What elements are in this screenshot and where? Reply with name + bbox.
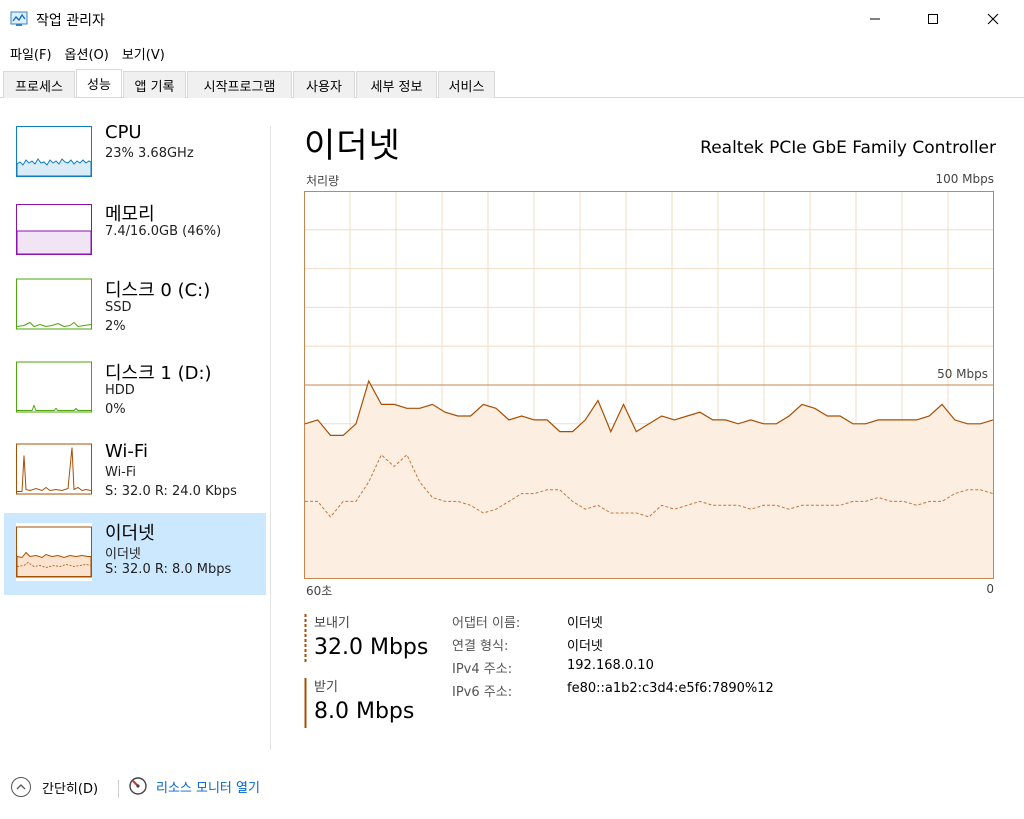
tab-details[interactable]: 세부 정보	[356, 71, 437, 98]
resource-detail: HDD	[105, 383, 135, 398]
title-bar: 작업 관리자	[0, 0, 1024, 38]
footer-separator	[118, 780, 119, 798]
memory-thumbnail-graph	[16, 204, 92, 255]
info-value: 192.168.0.10	[567, 658, 654, 673]
resource-item-disk-0[interactable]: 디스크 0 (C:) SSD 2%	[4, 270, 266, 352]
maximize-icon	[928, 14, 938, 24]
resource-item-wifi[interactable]: Wi-Fi Wi-Fi S: 32.0 R: 24.0 Kbps	[4, 435, 266, 517]
receive-legend-bar	[304, 678, 307, 728]
axis-right-label: 0	[986, 582, 994, 596]
cpu-thumbnail-graph	[16, 126, 92, 177]
info-value: 이더넷	[567, 639, 603, 654]
close-icon	[987, 13, 999, 25]
tab-strip: 프로세스 성능 앱 기록 시작프로그램 사용자 세부 정보 서비스	[0, 69, 1024, 98]
throughput-label: 처리량	[306, 174, 340, 188]
resource-item-cpu[interactable]: CPU 23% 3.68GHz	[4, 116, 266, 198]
menu-options[interactable]: 옵션(O)	[61, 44, 118, 63]
info-key: 어댑터 이름:	[452, 616, 521, 631]
info-key: IPv6 주소:	[452, 685, 513, 700]
resource-item-memory[interactable]: 메모리 7.4/16.0GB (46%)	[4, 194, 266, 276]
tab-app-history[interactable]: 앱 기록	[123, 71, 186, 98]
resource-detail: 0%	[105, 402, 126, 417]
tab-performance[interactable]: 성능	[76, 69, 122, 97]
fewer-details-button[interactable]: 간단히(D)	[10, 776, 98, 798]
resource-detail: 23% 3.68GHz	[105, 146, 194, 161]
resource-detail: S: 32.0 R: 8.0 Mbps	[105, 562, 232, 577]
throughput-graph: 50 Mbps	[304, 191, 994, 579]
ethernet-thumbnail-graph	[16, 523, 92, 581]
send-stat: 보내기 32.0 Mbps	[304, 612, 429, 664]
adapter-name: Realtek PCIe GbE Family Controller	[700, 138, 996, 158]
resource-detail: 2%	[105, 319, 126, 334]
menu-bar: 파일(F) 옵션(O) 보기(V)	[0, 40, 174, 66]
pane-divider[interactable]	[270, 126, 271, 750]
axis-left-label: 60초	[306, 584, 333, 598]
chevron-up-circle-icon	[11, 777, 31, 797]
graph-max-label: 100 Mbps	[935, 172, 994, 186]
resource-monitor-icon	[129, 777, 147, 795]
footer: 간단히(D) 리소스 모니터 열기	[0, 770, 1024, 806]
receive-value: 8.0 Mbps	[314, 699, 415, 724]
resource-detail: 7.4/16.0GB (46%)	[105, 224, 222, 239]
info-key: 연결 형식:	[452, 639, 509, 654]
page-title: 이더넷	[304, 126, 401, 166]
receive-stat: 받기 8.0 Mbps	[304, 676, 415, 728]
send-value: 32.0 Mbps	[314, 635, 429, 660]
info-row: IPv4 주소: 192.168.0.10	[452, 658, 774, 681]
info-row: 어댑터 이름: 이더넷	[452, 612, 774, 635]
info-row: 연결 형식: 이더넷	[452, 635, 774, 658]
resource-name: CPU	[105, 122, 142, 143]
tab-users[interactable]: 사용자	[293, 71, 355, 98]
resource-item-ethernet[interactable]: 이더넷 이더넷 S: 32.0 R: 8.0 Mbps	[4, 513, 266, 595]
adapter-info: 어댑터 이름: 이더넷 연결 형식: 이더넷 IPv4 주소: 192.168.…	[452, 612, 774, 704]
info-key: IPv4 주소:	[452, 662, 513, 677]
tab-startup[interactable]: 시작프로그램	[187, 71, 292, 98]
resource-name: 이더넷	[105, 523, 155, 544]
window-title: 작업 관리자	[36, 13, 105, 29]
tab-services[interactable]: 서비스	[438, 71, 495, 98]
info-value: fe80::a1b2:c3d4:e5f6:7890%12	[567, 681, 774, 696]
graph-mid-label: 50 Mbps	[937, 367, 988, 381]
send-legend-bar	[304, 614, 307, 664]
fewer-details-label: 간단히(D)	[42, 781, 99, 797]
disk-0-thumbnail-graph	[16, 275, 92, 333]
resource-detail: S: 32.0 R: 24.0 Kbps	[105, 484, 237, 499]
resource-item-disk-1[interactable]: 디스크 1 (D:) HDD 0%	[4, 353, 266, 435]
minimize-button[interactable]	[852, 0, 898, 38]
resource-detail: SSD	[105, 300, 132, 315]
tab-processes[interactable]: 프로세스	[3, 71, 75, 98]
resource-name: 메모리	[105, 204, 155, 225]
maximize-button[interactable]	[910, 0, 956, 38]
resource-list: CPU 23% 3.68GHz 메모리 7.4/16.0GB (46%) 디스크…	[0, 104, 270, 754]
menu-view[interactable]: 보기(V)	[118, 44, 174, 63]
menu-file[interactable]: 파일(F)	[6, 44, 61, 63]
close-button[interactable]	[970, 0, 1016, 38]
resource-detail: 이더넷	[105, 547, 141, 562]
info-row: IPv6 주소: fe80::a1b2:c3d4:e5f6:7890%12	[452, 681, 774, 704]
minimize-icon	[870, 18, 880, 20]
resource-monitor-link[interactable]: 리소스 모니터 열기	[128, 776, 260, 796]
resource-monitor-label: 리소스 모니터 열기	[156, 780, 260, 796]
info-value: 이더넷	[567, 616, 603, 631]
resource-name: 디스크 0 (C:)	[105, 280, 211, 301]
resource-name: 디스크 1 (D:)	[105, 363, 212, 384]
send-label: 보내기	[314, 616, 350, 631]
wifi-thumbnail-graph	[16, 440, 92, 498]
resource-name: Wi-Fi	[105, 441, 148, 462]
resource-detail: Wi-Fi	[105, 465, 137, 480]
receive-label: 받기	[314, 680, 338, 695]
disk-1-thumbnail-graph	[16, 358, 92, 416]
task-manager-icon	[10, 11, 28, 26]
